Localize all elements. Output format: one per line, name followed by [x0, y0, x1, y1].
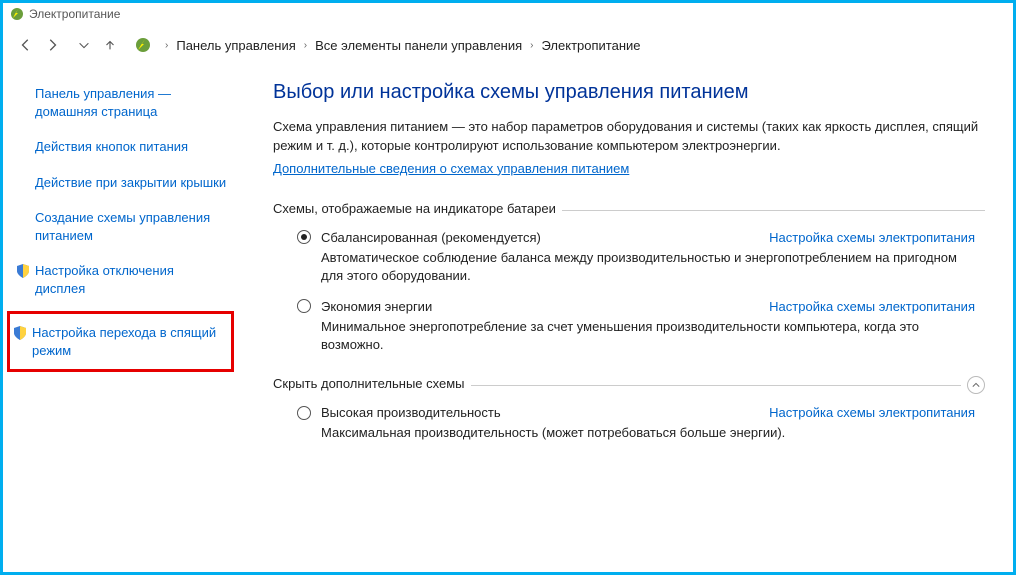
- change-plan-settings-link[interactable]: Настройка схемы электропитания: [769, 299, 975, 314]
- plan-description: Максимальная производительность (может п…: [321, 424, 975, 442]
- sidebar: Панель управления — домашняя страница Де…: [13, 81, 243, 572]
- titlebar: Электропитание: [3, 3, 1013, 25]
- change-plan-settings-link[interactable]: Настройка схемы электропитания: [769, 230, 975, 245]
- plan-radio-high-performance[interactable]: [297, 406, 311, 420]
- up-button[interactable]: [97, 32, 123, 58]
- plan-name: Высокая производительность: [321, 405, 501, 420]
- plan-balanced: Сбалансированная (рекомендуется) Настрой…: [297, 230, 975, 285]
- back-button[interactable]: [13, 32, 39, 58]
- sidebar-item-sleep[interactable]: Настройка перехода в спящий режим: [7, 311, 234, 372]
- additional-plans: Скрыть дополнительные схемы Высокая прои…: [273, 376, 985, 442]
- section-legend: Схемы, отображаемые на индикаторе батаре…: [273, 201, 562, 216]
- section-legend: Скрыть дополнительные схемы: [273, 376, 471, 391]
- window-title: Электропитание: [29, 7, 120, 21]
- sidebar-item-label: Создание схемы управления питанием: [35, 209, 227, 244]
- power-options-icon: [9, 6, 25, 22]
- breadcrumb-item[interactable]: Панель управления: [176, 38, 295, 53]
- shield-icon: [15, 263, 31, 279]
- sidebar-item-label: Панель управления — домашняя страница: [35, 85, 227, 120]
- sidebar-item-label: Настройка отключения дисплея: [35, 262, 227, 297]
- learn-more-link[interactable]: Дополнительные сведения о схемах управле…: [273, 161, 629, 176]
- page-title: Выбор или настройка схемы управления пит…: [273, 81, 985, 104]
- navbar: › Панель управления › Все элементы панел…: [3, 25, 1013, 65]
- power-options-icon: [133, 35, 153, 55]
- sidebar-item-lid-close[interactable]: Действие при закрытии крышки: [13, 170, 233, 196]
- change-plan-settings-link[interactable]: Настройка схемы электропитания: [769, 405, 975, 420]
- plan-description: Автоматическое соблюдение баланса между …: [321, 249, 975, 285]
- breadcrumb[interactable]: › Панель управления › Все элементы панел…: [133, 35, 641, 55]
- sidebar-item-label: Действие при закрытии крышки: [35, 174, 226, 192]
- chevron-right-icon[interactable]: ›: [165, 40, 168, 51]
- intro-text: Схема управления питанием — это набор па…: [273, 118, 985, 156]
- plan-radio-power-saver[interactable]: [297, 299, 311, 313]
- plan-description: Минимальное энергопотребление за счет ум…: [321, 318, 975, 354]
- shield-icon: [12, 325, 28, 341]
- recent-dropdown[interactable]: [71, 32, 97, 58]
- plan-name: Сбалансированная (рекомендуется): [321, 230, 541, 245]
- plan-power-saver: Экономия энергии Настройка схемы электро…: [297, 299, 975, 354]
- collapse-button[interactable]: [967, 376, 985, 394]
- plan-high-performance: Высокая производительность Настройка схе…: [297, 405, 975, 442]
- sidebar-item-label: Действия кнопок питания: [35, 138, 188, 156]
- chevron-right-icon[interactable]: ›: [304, 40, 307, 51]
- forward-button[interactable]: [39, 32, 65, 58]
- breadcrumb-item[interactable]: Электропитание: [542, 38, 641, 53]
- sidebar-item-display-off[interactable]: Настройка отключения дисплея: [13, 258, 233, 301]
- main-content: Выбор или настройка схемы управления пит…: [243, 81, 993, 572]
- sidebar-item-label: Настройка перехода в спящий режим: [32, 324, 225, 359]
- plan-name: Экономия энергии: [321, 299, 432, 314]
- chevron-right-icon[interactable]: ›: [530, 40, 533, 51]
- sidebar-item-power-buttons[interactable]: Действия кнопок питания: [13, 134, 233, 160]
- sidebar-item-home[interactable]: Панель управления — домашняя страница: [13, 81, 233, 124]
- sidebar-item-create-plan[interactable]: Создание схемы управления питанием: [13, 205, 233, 248]
- breadcrumb-item[interactable]: Все элементы панели управления: [315, 38, 522, 53]
- plans-on-battery-meter: Схемы, отображаемые на индикаторе батаре…: [273, 201, 985, 355]
- plan-radio-balanced[interactable]: [297, 230, 311, 244]
